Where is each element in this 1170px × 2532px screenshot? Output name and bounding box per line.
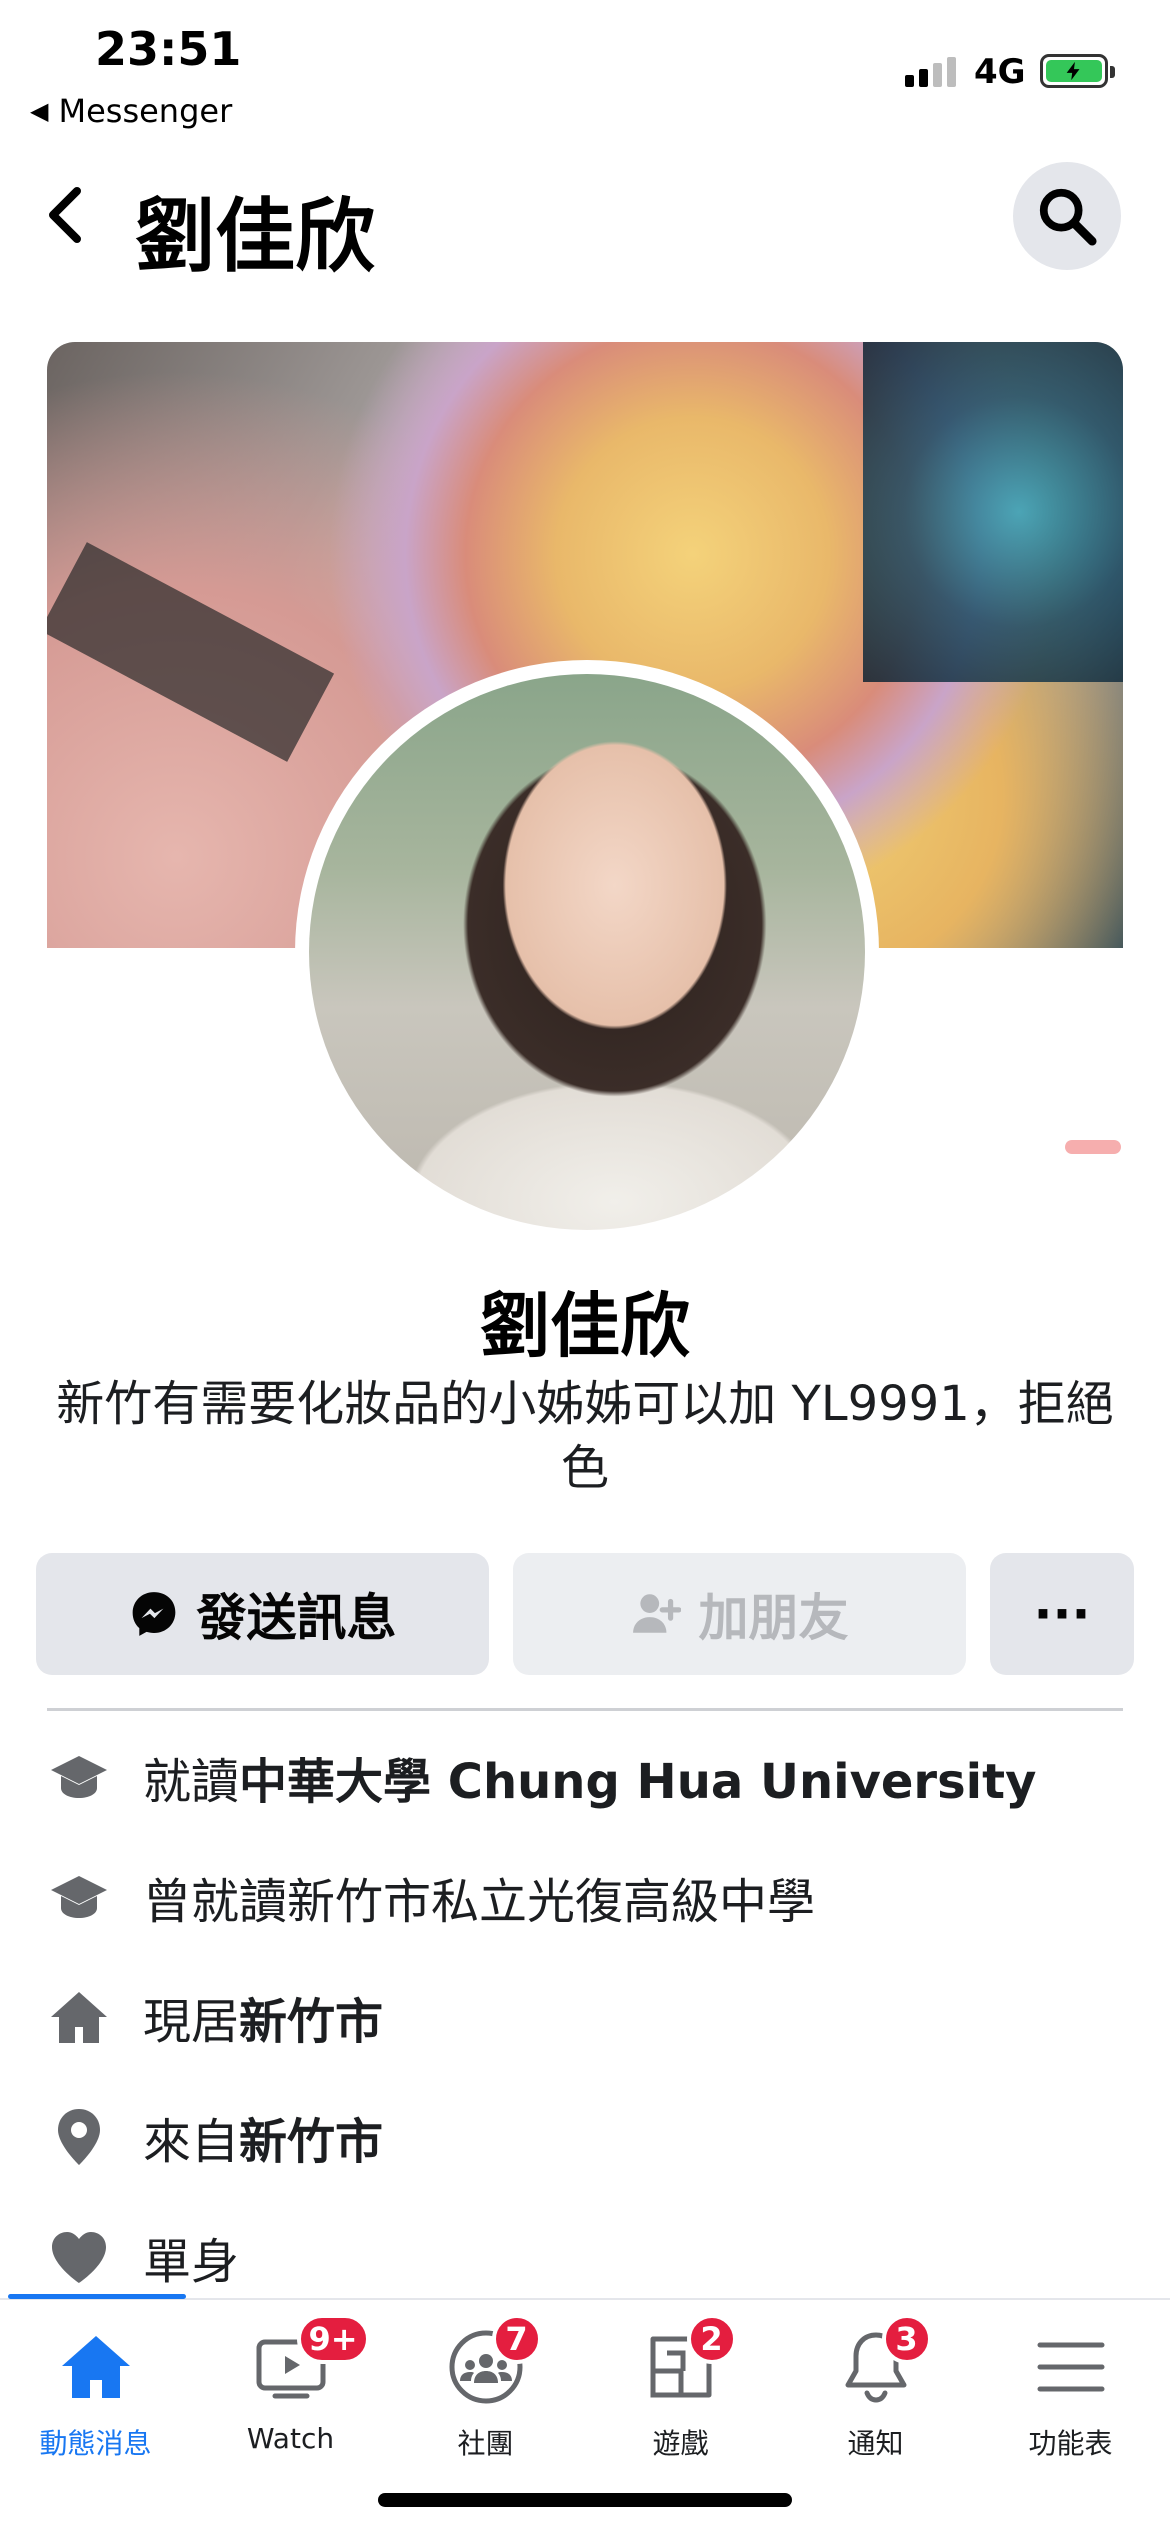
detail-text: 曾就讀新竹市私立光復高級中學 <box>143 1874 816 1930</box>
send-message-button[interactable]: 發送訊息 <box>36 1553 489 1675</box>
tab-badge: 2 <box>686 2314 737 2364</box>
search-button[interactable] <box>1013 162 1121 270</box>
detail-education-previous[interactable]: 曾就讀新竹市私立光復高級中學 <box>47 1857 815 1937</box>
send-message-label: 發送訊息 <box>196 1589 397 1647</box>
profile-header: 劉佳欣 <box>0 150 1170 290</box>
gaming-icon: 2 <box>631 2314 737 2412</box>
tab-gaming[interactable]: 2 遊戲 <box>583 2314 778 2472</box>
detail-text: 單身 <box>143 2234 240 2290</box>
add-friend-label: 加朋友 <box>698 1589 849 1647</box>
home-icon <box>46 2322 146 2412</box>
profile-name: 劉佳欣 <box>480 1285 690 1367</box>
back-to-messenger-link[interactable]: ◀ Messenger <box>30 92 232 130</box>
tab-watch[interactable]: 9+ Watch <box>193 2314 388 2472</box>
cellular-signal-icon <box>905 55 956 87</box>
header-title: 劉佳欣 <box>135 190 375 283</box>
watch-video-icon: 9+ <box>241 2314 370 2412</box>
status-time: 23:51 <box>95 22 242 76</box>
tab-label: 通知 <box>847 2427 904 2460</box>
graduation-cap-icon <box>47 1745 111 1809</box>
status-bar: 23:51 ◀ Messenger 4G <box>0 0 1170 150</box>
tab-menu[interactable]: 功能表 <box>973 2322 1168 2472</box>
back-button[interactable] <box>35 180 95 250</box>
messenger-icon <box>132 1592 175 1636</box>
back-triangle-icon: ◀ <box>30 97 49 125</box>
tab-label: Watch <box>246 2422 335 2455</box>
active-tab-indicator <box>8 2294 186 2299</box>
tab-badge: 3 <box>881 2314 932 2364</box>
bell-icon: 3 <box>826 2314 932 2412</box>
heart-icon <box>47 2225 111 2289</box>
add-friend-button[interactable]: 加朋友 <box>513 1553 966 1675</box>
menu-icon <box>1021 2322 1121 2412</box>
tab-label: 遊戲 <box>652 2427 709 2460</box>
add-friend-icon <box>632 1594 681 1633</box>
tab-groups[interactable]: 7 社團 <box>388 2314 583 2472</box>
graduation-cap-icon <box>47 1865 111 1929</box>
profile-bio: 新竹有需要化妝品的小姊姊可以加 YL9991，拒絕色 <box>56 1376 1114 1496</box>
network-type: 4G <box>974 52 1026 92</box>
section-divider <box>47 1708 1123 1711</box>
detail-text: 現居 <box>143 1994 240 2050</box>
profile-picture[interactable] <box>295 660 879 1244</box>
detail-text: 就讀 <box>143 1754 240 1810</box>
decorative-mark <box>1065 1140 1121 1154</box>
tab-news-feed[interactable]: 動態消息 <box>0 2322 193 2472</box>
detail-bold-text[interactable]: 中華大學 Chung Hua University <box>239 1754 1036 1810</box>
search-icon <box>1039 188 1097 246</box>
detail-hometown[interactable]: 來自新竹市 <box>47 2097 383 2177</box>
tab-badge: 7 <box>491 2314 542 2364</box>
detail-relationship: 單身 <box>47 2217 239 2297</box>
more-dots-icon: ··· <box>1033 1585 1091 1643</box>
battery-icon <box>1040 54 1115 88</box>
tab-notifications[interactable]: 3 通知 <box>778 2314 973 2472</box>
groups-icon: 7 <box>436 2314 542 2412</box>
avatar-image <box>309 674 865 1230</box>
tab-label: 社團 <box>457 2427 514 2460</box>
home-icon <box>47 1985 111 2049</box>
detail-text: 來自 <box>143 2114 240 2170</box>
tab-badge: 9+ <box>296 2314 370 2364</box>
home-indicator[interactable] <box>378 2493 792 2507</box>
location-pin-icon <box>47 2105 111 2169</box>
chevron-left-icon <box>49 187 81 243</box>
detail-bold-text[interactable]: 新竹市 <box>239 1994 383 2050</box>
detail-bold-text[interactable]: 新竹市 <box>239 2114 383 2170</box>
more-options-button[interactable]: ··· <box>990 1553 1134 1675</box>
tab-label: 動態消息 <box>39 2427 152 2460</box>
tab-label: 功能表 <box>1028 2427 1113 2460</box>
detail-education-current[interactable]: 就讀中華大學 Chung Hua University <box>47 1737 1036 1817</box>
profile-actions: 發送訊息 加朋友 ··· <box>36 1553 1134 1675</box>
back-app-label: Messenger <box>58 92 233 130</box>
detail-current-city[interactable]: 現居新竹市 <box>47 1977 383 2057</box>
